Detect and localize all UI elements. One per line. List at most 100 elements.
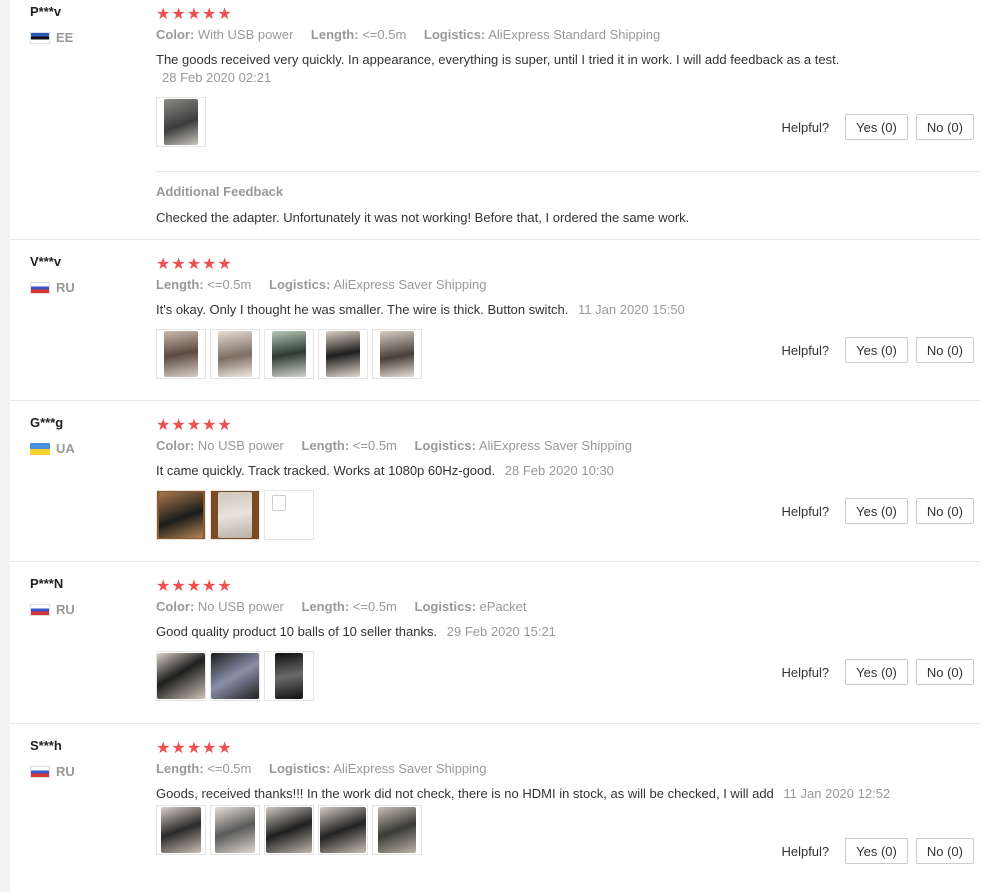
- attr-value: <=0.5m: [207, 277, 252, 292]
- attr-value: ePacket: [479, 599, 527, 614]
- country-code: RU: [56, 764, 75, 779]
- reviewer-info: P***v EE: [30, 4, 73, 45]
- reviewer-name: S***h: [30, 738, 62, 753]
- flag-ru-icon: [30, 281, 50, 294]
- review-attributes: Color: With USB power Length: <=0.5m Log…: [156, 27, 980, 47]
- attr-key: Length:: [301, 599, 350, 614]
- review-date: 29 Feb 2020 15:21: [446, 624, 556, 639]
- reviewer-country: RU: [30, 602, 75, 617]
- review-text-content: Good quality product 10 balls of 10 sell…: [156, 624, 438, 639]
- review-text: Good quality product 10 balls of 10 sell…: [156, 623, 896, 641]
- review-text-content: It came quickly. Track tracked. Works at…: [156, 463, 496, 478]
- review-photo-thumbnail[interactable]: [264, 490, 314, 540]
- star-rating: ★★★★★: [156, 6, 233, 23]
- helpful-yes-button[interactable]: Yes (0): [845, 838, 908, 864]
- reviewer-info: P***N RU: [30, 576, 75, 617]
- attr-key: Logistics:: [414, 599, 476, 614]
- review-attributes: Length: <=0.5m Logistics: AliExpress Sav…: [156, 277, 980, 297]
- helpful-no-button[interactable]: No (0): [915, 838, 974, 864]
- review-photo-thumbnail[interactable]: [156, 651, 206, 701]
- review-item: S***h RU ★★★★★ Length: <=0.5m Logistics:…: [10, 724, 980, 892]
- attr-key: Color:: [156, 599, 195, 614]
- attr-value: No USB power: [197, 599, 284, 614]
- review-photo-thumbnail[interactable]: [156, 490, 206, 540]
- helpful-controls: Helpful? Yes (0) No (0): [781, 337, 974, 363]
- review-photo-thumbnail[interactable]: [372, 805, 422, 855]
- review-photo-thumbnail[interactable]: [156, 329, 206, 379]
- review-attributes: Length: <=0.5m Logistics: AliExpress Sav…: [156, 761, 980, 781]
- helpful-no-button[interactable]: No (0): [915, 659, 974, 685]
- review-text-content: It's okay. Only I thought he was smaller…: [156, 302, 569, 317]
- review-photo-thumbnail[interactable]: [264, 329, 314, 379]
- additional-feedback-text: Checked the adapter. Unfortunately it wa…: [156, 210, 690, 225]
- review-photo-thumbnail[interactable]: [210, 651, 260, 701]
- review-item: V***v RU ★★★★★ Length: <=0.5m Logistics:…: [10, 240, 980, 401]
- attr-value: No USB power: [197, 438, 284, 453]
- reviewer-name: P***v: [30, 4, 62, 19]
- review-item: G***g UA ★★★★★ Color: No USB power Lengt…: [10, 401, 980, 562]
- review-item: P***N RU ★★★★★ Color: No USB power Lengt…: [10, 562, 980, 724]
- additional-feedback-title: Additional Feedback: [156, 184, 284, 199]
- helpful-label: Helpful?: [781, 664, 830, 680]
- helpful-controls: Helpful? Yes (0) No (0): [781, 659, 974, 685]
- review-text: Goods, received thanks!!! In the work di…: [156, 785, 896, 803]
- reviewer-info: S***h RU: [30, 738, 75, 779]
- review-item: P***v EE ★★★★★ Color: With USB power Len…: [10, 0, 980, 240]
- review-text: It came quickly. Track tracked. Works at…: [156, 462, 896, 480]
- review-text-content: The goods received very quickly. In appe…: [156, 52, 840, 67]
- reviewer-name: V***v: [30, 254, 62, 269]
- attr-value: AliExpress Standard Shipping: [488, 27, 661, 42]
- reviewer-country: RU: [30, 764, 75, 779]
- review-photo-thumbnail[interactable]: [264, 805, 314, 855]
- review-photo-thumbnail[interactable]: [372, 329, 422, 379]
- review-photo-thumbnail[interactable]: [156, 97, 206, 147]
- review-photo-thumbnail[interactable]: [210, 329, 260, 379]
- helpful-no-button[interactable]: No (0): [915, 114, 974, 140]
- helpful-no-button[interactable]: No (0): [915, 498, 974, 524]
- review-date: 28 Feb 2020 10:30: [504, 463, 614, 478]
- review-text-content: Goods, received thanks!!! In the work di…: [156, 786, 774, 801]
- attr-key: Length:: [156, 277, 204, 292]
- additional-feedback: Additional Feedback Checked the adapter.…: [156, 171, 980, 225]
- country-code: RU: [56, 602, 75, 617]
- flag-ee-icon: [30, 31, 50, 44]
- country-code: EE: [56, 30, 74, 45]
- reviewer-name: P***N: [30, 576, 64, 591]
- review-photo-thumbnail[interactable]: [264, 651, 314, 701]
- review-photo-thumbnail[interactable]: [210, 805, 260, 855]
- attr-key: Length:: [301, 438, 350, 453]
- reviewer-country: EE: [30, 30, 73, 45]
- helpful-label: Helpful?: [781, 843, 830, 859]
- helpful-controls: Helpful? Yes (0) No (0): [781, 114, 974, 140]
- helpful-yes-button[interactable]: Yes (0): [845, 337, 908, 363]
- review-photo-thumbnail[interactable]: [156, 805, 206, 855]
- review-date: 11 Jan 2020 12:52: [783, 786, 891, 801]
- review-photo-thumbnail[interactable]: [318, 329, 368, 379]
- helpful-controls: Helpful? Yes (0) No (0): [781, 498, 974, 524]
- reviewer-country: UA: [30, 441, 75, 456]
- reviewer-info: G***g UA: [30, 415, 75, 456]
- attr-value: <=0.5m: [352, 438, 397, 453]
- attr-key: Logistics:: [269, 761, 331, 776]
- star-rating: ★★★★★: [156, 256, 233, 273]
- helpful-label: Helpful?: [781, 503, 830, 519]
- review-date: 28 Feb 2020 02:21: [162, 70, 272, 85]
- attr-key: Color:: [156, 27, 195, 42]
- reviewer-name: G***g: [30, 415, 64, 430]
- flag-ru-icon: [30, 765, 50, 778]
- review-photo-thumbnail[interactable]: [318, 805, 368, 855]
- helpful-yes-button[interactable]: Yes (0): [845, 114, 908, 140]
- reviewer-info: V***v RU: [30, 254, 75, 295]
- reviewer-country: RU: [30, 280, 75, 295]
- helpful-yes-button[interactable]: Yes (0): [845, 659, 908, 685]
- review-attributes: Color: No USB power Length: <=0.5m Logis…: [156, 438, 980, 458]
- review-attributes: Color: No USB power Length: <=0.5m Logis…: [156, 599, 980, 619]
- helpful-controls: Helpful? Yes (0) No (0): [781, 838, 974, 864]
- helpful-no-button[interactable]: No (0): [915, 337, 974, 363]
- helpful-yes-button[interactable]: Yes (0): [845, 498, 908, 524]
- left-gutter: [0, 0, 10, 892]
- review-photo-thumbnail[interactable]: [210, 490, 260, 540]
- review-text: The goods received very quickly. In appe…: [156, 51, 896, 87]
- flag-ua-icon: [30, 442, 50, 455]
- attr-value: With USB power: [197, 27, 294, 42]
